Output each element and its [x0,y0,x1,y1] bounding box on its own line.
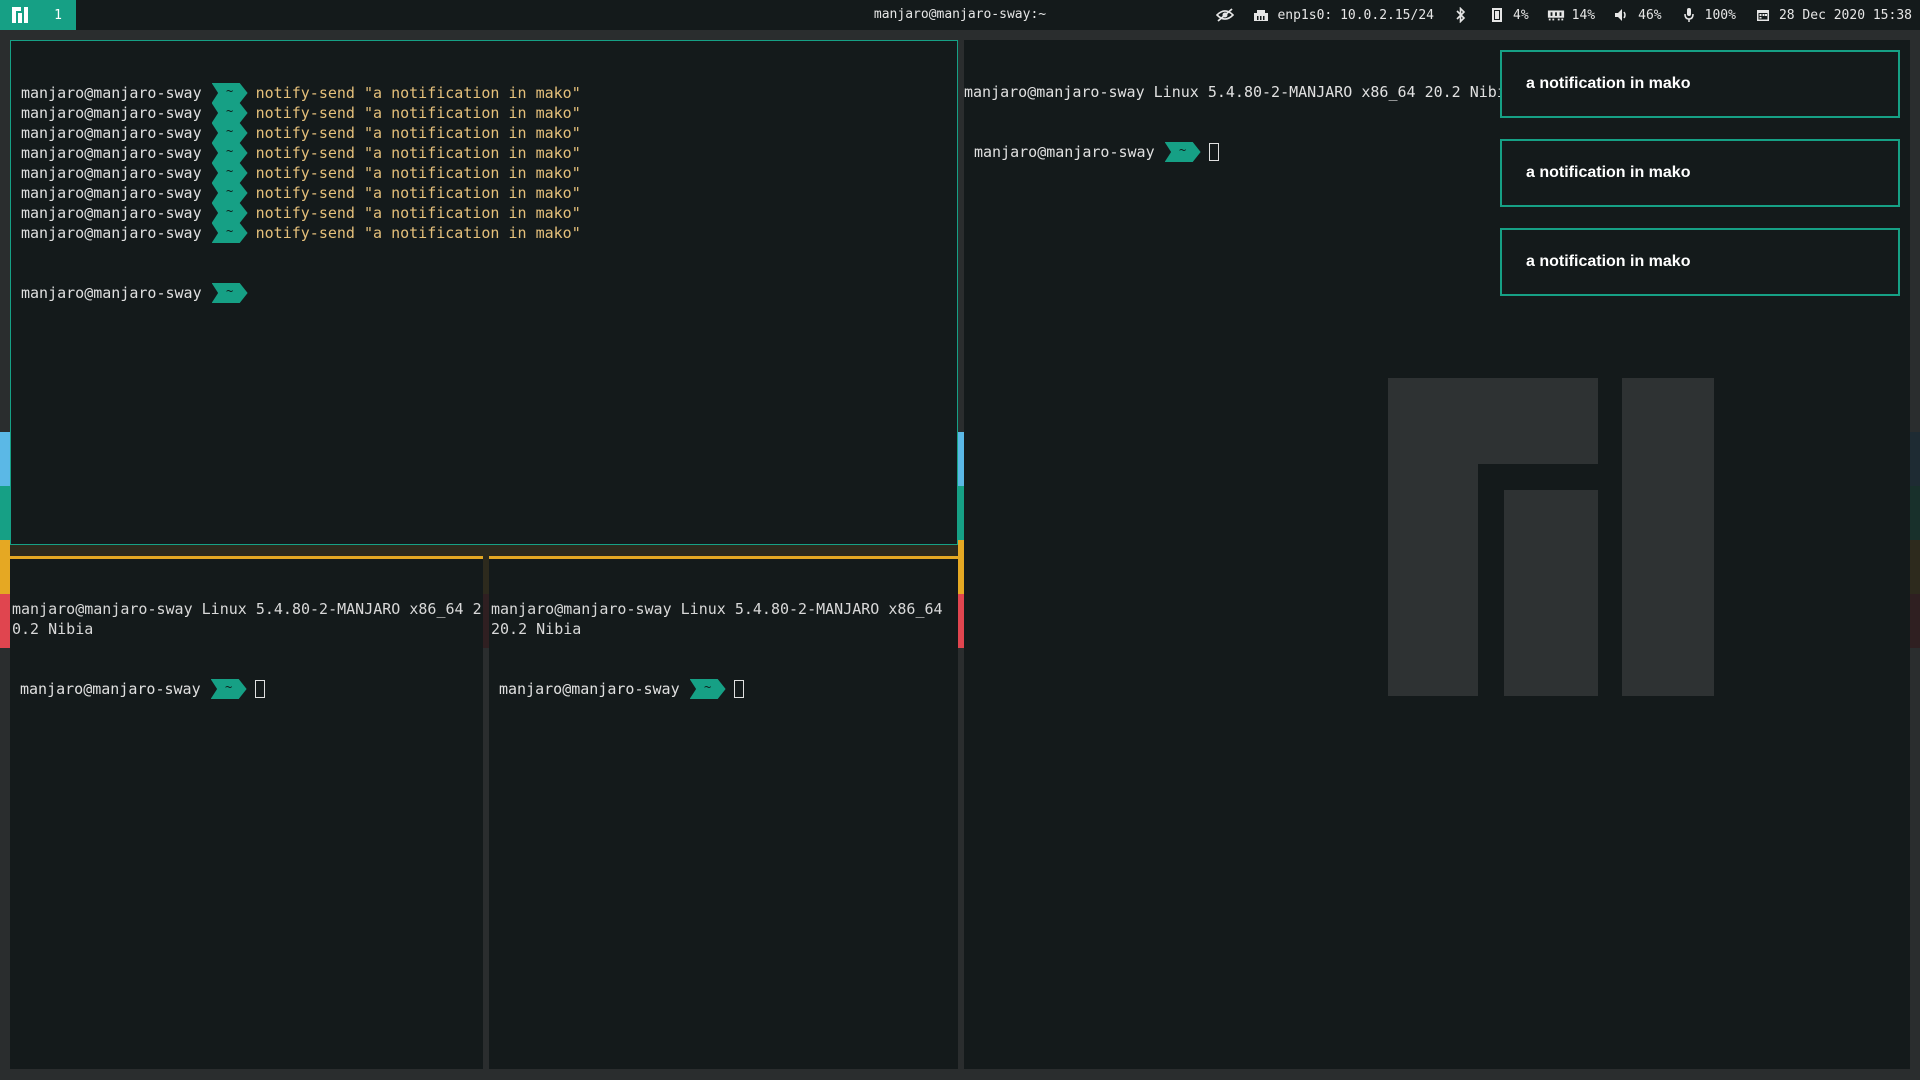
cpu-module[interactable]: 4% [1488,6,1529,24]
band-edge-yellow [0,540,10,594]
network-module[interactable]: enp1s0: 10.0.2.15/24 [1252,6,1434,24]
prompt-path-pill: ~ [211,223,248,243]
prompt-user: manjaro@manjaro-sway [21,184,202,202]
text-cursor [733,680,744,698]
bluetooth-icon [1452,6,1470,24]
clock-label: 28 Dec 2020 15:38 [1778,7,1912,23]
system-banner: manjaro@manjaro-sway Linux 5.4.80-2-MANJ… [12,600,482,638]
text-cursor [254,680,265,698]
band-edge-red [0,594,10,648]
prompt-user: manjaro@manjaro-sway [21,284,202,302]
notification-popup[interactable]: a notification in mako [1500,50,1900,118]
prompt-user: manjaro@manjaro-sway [21,124,202,142]
top-bar: 1 manjaro@manjaro-sway:~ enp1s0: 10.0.2.… [0,0,1920,30]
text-cursor [1208,143,1219,161]
prompt-user: manjaro@manjaro-sway [21,144,202,162]
command-text: notify-send "a notification in mako" [255,164,581,182]
prompt-line: manjaro@manjaro-sway ~ [10,679,483,699]
volume-icon [1613,6,1631,24]
prompt-path-pill: ~ [689,679,726,699]
prompt-user: manjaro@manjaro-sway [20,680,201,698]
prompt-user: manjaro@manjaro-sway [21,204,202,222]
prompt-line: manjaro@manjaro-sway ~ [489,679,958,699]
prompt-user: manjaro@manjaro-sway [21,84,202,102]
desktop-bottom-edge [0,1070,1920,1080]
prompt-user: manjaro@manjaro-sway [974,143,1155,161]
terminal-window-bottom-middle[interactable]: manjaro@manjaro-sway Linux 5.4.80-2-MANJ… [489,556,958,1069]
volume-label: 46% [1638,7,1662,23]
band-edge-blue [0,432,10,486]
cpu-icon [1488,6,1506,24]
command-history-line: manjaro@manjaro-sway ~ notify-send "a noti… [21,223,957,243]
command-history-line: manjaro@manjaro-sway ~ notify-send "a noti… [21,183,957,203]
command-history-line: manjaro@manjaro-sway ~ notify-send "a noti… [21,123,957,143]
window-title: manjaro@manjaro-sway:~ [873,7,1047,22]
workspace-button[interactable]: 1 [40,0,76,30]
terminal-window-bottom-left[interactable]: manjaro@manjaro-sway Linux 5.4.80-2-MANJ… [10,556,483,1069]
watermark-logo-part [1388,464,1478,696]
notification-popup[interactable]: a notification in mako [1500,228,1900,296]
prompt-path-pill: ~ [210,679,247,699]
command-history-line: manjaro@manjaro-sway ~ notify-send "a noti… [21,103,957,123]
command-text: notify-send "a notification in mako" [255,84,581,102]
eye-off-icon [1216,6,1235,24]
notification-text: a notification in mako [1526,164,1691,181]
prompt-user: manjaro@manjaro-sway [21,224,202,242]
clock-module[interactable]: 28 Dec 2020 15:38 [1754,6,1912,24]
command-text: notify-send "a notification in mako" [255,144,581,162]
command-text: notify-send "a notification in mako" [255,224,581,242]
microphone-label: 100% [1704,7,1736,23]
system-banner: manjaro@manjaro-sway Linux 5.4.80-2-MANJ… [491,600,952,638]
idle-inhibitor[interactable] [1216,6,1235,24]
bluetooth-module[interactable] [1452,6,1470,24]
prompt-line: manjaro@manjaro-sway ~ [21,283,957,303]
network-label: enp1s0: 10.0.2.15/24 [1277,7,1434,23]
memory-icon [1547,6,1565,24]
prompt-path-pill: ~ [211,283,248,303]
system-banner: manjaro@manjaro-sway Linux 5.4.80-2-MANJ… [964,83,1515,101]
prompt-path-pill: ~ [211,103,248,123]
microphone-icon [1680,6,1698,24]
prompt-path-pill: ~ [1164,142,1201,162]
prompt-user: manjaro@manjaro-sway [499,680,680,698]
prompt-path-pill: ~ [211,123,248,143]
prompt-path-pill: ~ [211,183,248,203]
system-tray: enp1s0: 10.0.2.15/24 4% 14% 46% 100% 28 … [1216,0,1912,30]
notification-popup[interactable]: a notification in mako [1500,139,1900,207]
prompt-path-pill: ~ [211,83,248,103]
calendar-icon [1754,6,1772,24]
watermark-logo-gap [1478,464,1504,696]
command-text: notify-send "a notification in mako" [255,184,581,202]
prompt-path-pill: ~ [211,143,248,163]
command-text: notify-send "a notification in mako" [255,204,581,222]
volume-module[interactable]: 46% [1613,6,1662,24]
watermark-logo-part [1622,378,1714,696]
band-edge-green [0,486,10,540]
manjaro-logo-icon[interactable] [0,0,40,30]
command-history-line: manjaro@manjaro-sway ~ notify-send "a noti… [21,143,957,163]
terminal-output: manjaro@manjaro-sway ~ notify-send "a noti… [21,83,957,243]
memory-module[interactable]: 14% [1547,6,1595,24]
prompt-user: manjaro@manjaro-sway [21,164,202,182]
terminal-window-top-left[interactable]: manjaro@manjaro-sway ~ notify-send "a noti… [10,40,958,545]
command-history-line: manjaro@manjaro-sway ~ notify-send "a noti… [21,83,957,103]
command-text: notify-send "a notification in mako" [255,124,581,142]
prompt-path-pill: ~ [211,163,248,183]
command-history-line: manjaro@manjaro-sway ~ notify-send "a noti… [21,203,957,223]
watermark-logo-gap [1504,464,1598,490]
notification-text: a notification in mako [1526,75,1691,92]
prompt-path-pill: ~ [211,203,248,223]
ethernet-icon [1252,6,1270,24]
command-text: notify-send "a notification in mako" [255,104,581,122]
command-history-line: manjaro@manjaro-sway ~ notify-send "a noti… [21,163,957,183]
microphone-module[interactable]: 100% [1680,6,1736,24]
memory-label: 14% [1571,7,1596,23]
prompt-user: manjaro@manjaro-sway [21,104,202,122]
notification-text: a notification in mako [1526,253,1691,270]
cpu-label: 4% [1513,7,1529,23]
